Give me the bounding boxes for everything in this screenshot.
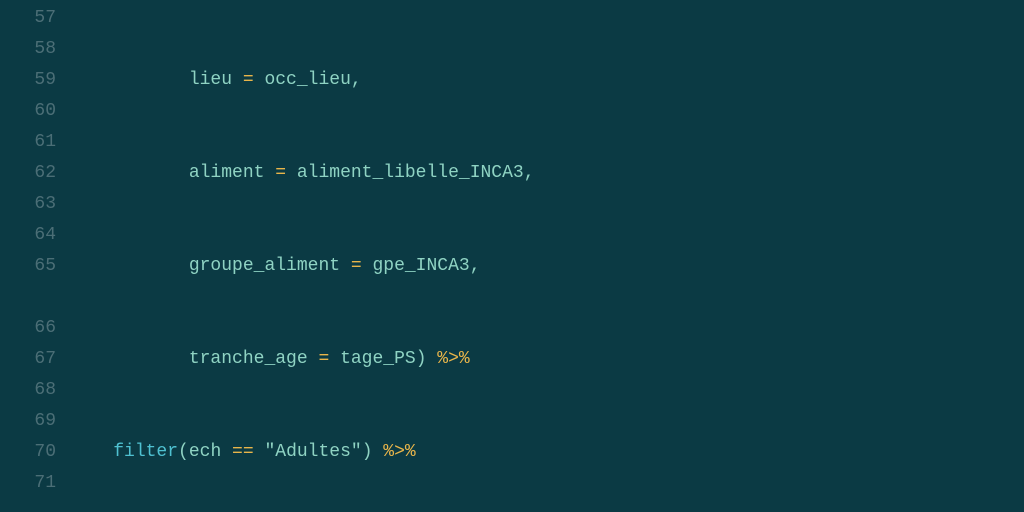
line-number: 69: [0, 406, 56, 437]
line-number: 70: [0, 437, 56, 468]
line-number: 61: [0, 127, 56, 158]
line-number: 64: [0, 220, 56, 251]
code-area[interactable]: lieu = occ_lieu, aliment = aliment_libel…: [70, 0, 902, 512]
line-number: 60: [0, 96, 56, 127]
line-number: 57: [0, 3, 56, 34]
line-number: 68: [0, 375, 56, 406]
code-line: filter(ech == "Adultes") %>%: [70, 437, 902, 468]
line-number: 59: [0, 65, 56, 96]
code-line: tranche_age = tage_PS) %>%: [70, 344, 902, 375]
code-line: aliment = aliment_libelle_INCA3,: [70, 158, 902, 189]
line-number: 62: [0, 158, 56, 189]
line-number: 67: [0, 344, 56, 375]
line-number: 66: [0, 313, 56, 344]
line-number: 71: [0, 468, 56, 499]
line-number: 58: [0, 34, 56, 65]
line-number: [0, 282, 56, 313]
code-editor: 57 58 59 60 61 62 63 64 65 66 67 68 69 7…: [0, 0, 1024, 512]
line-number-gutter: 57 58 59 60 61 62 63 64 65 66 67 68 69 7…: [0, 0, 70, 512]
line-number: 65: [0, 251, 56, 282]
code-line: groupe_aliment = gpe_INCA3,: [70, 251, 902, 282]
line-number: 63: [0, 189, 56, 220]
code-line: lieu = occ_lieu,: [70, 65, 902, 96]
